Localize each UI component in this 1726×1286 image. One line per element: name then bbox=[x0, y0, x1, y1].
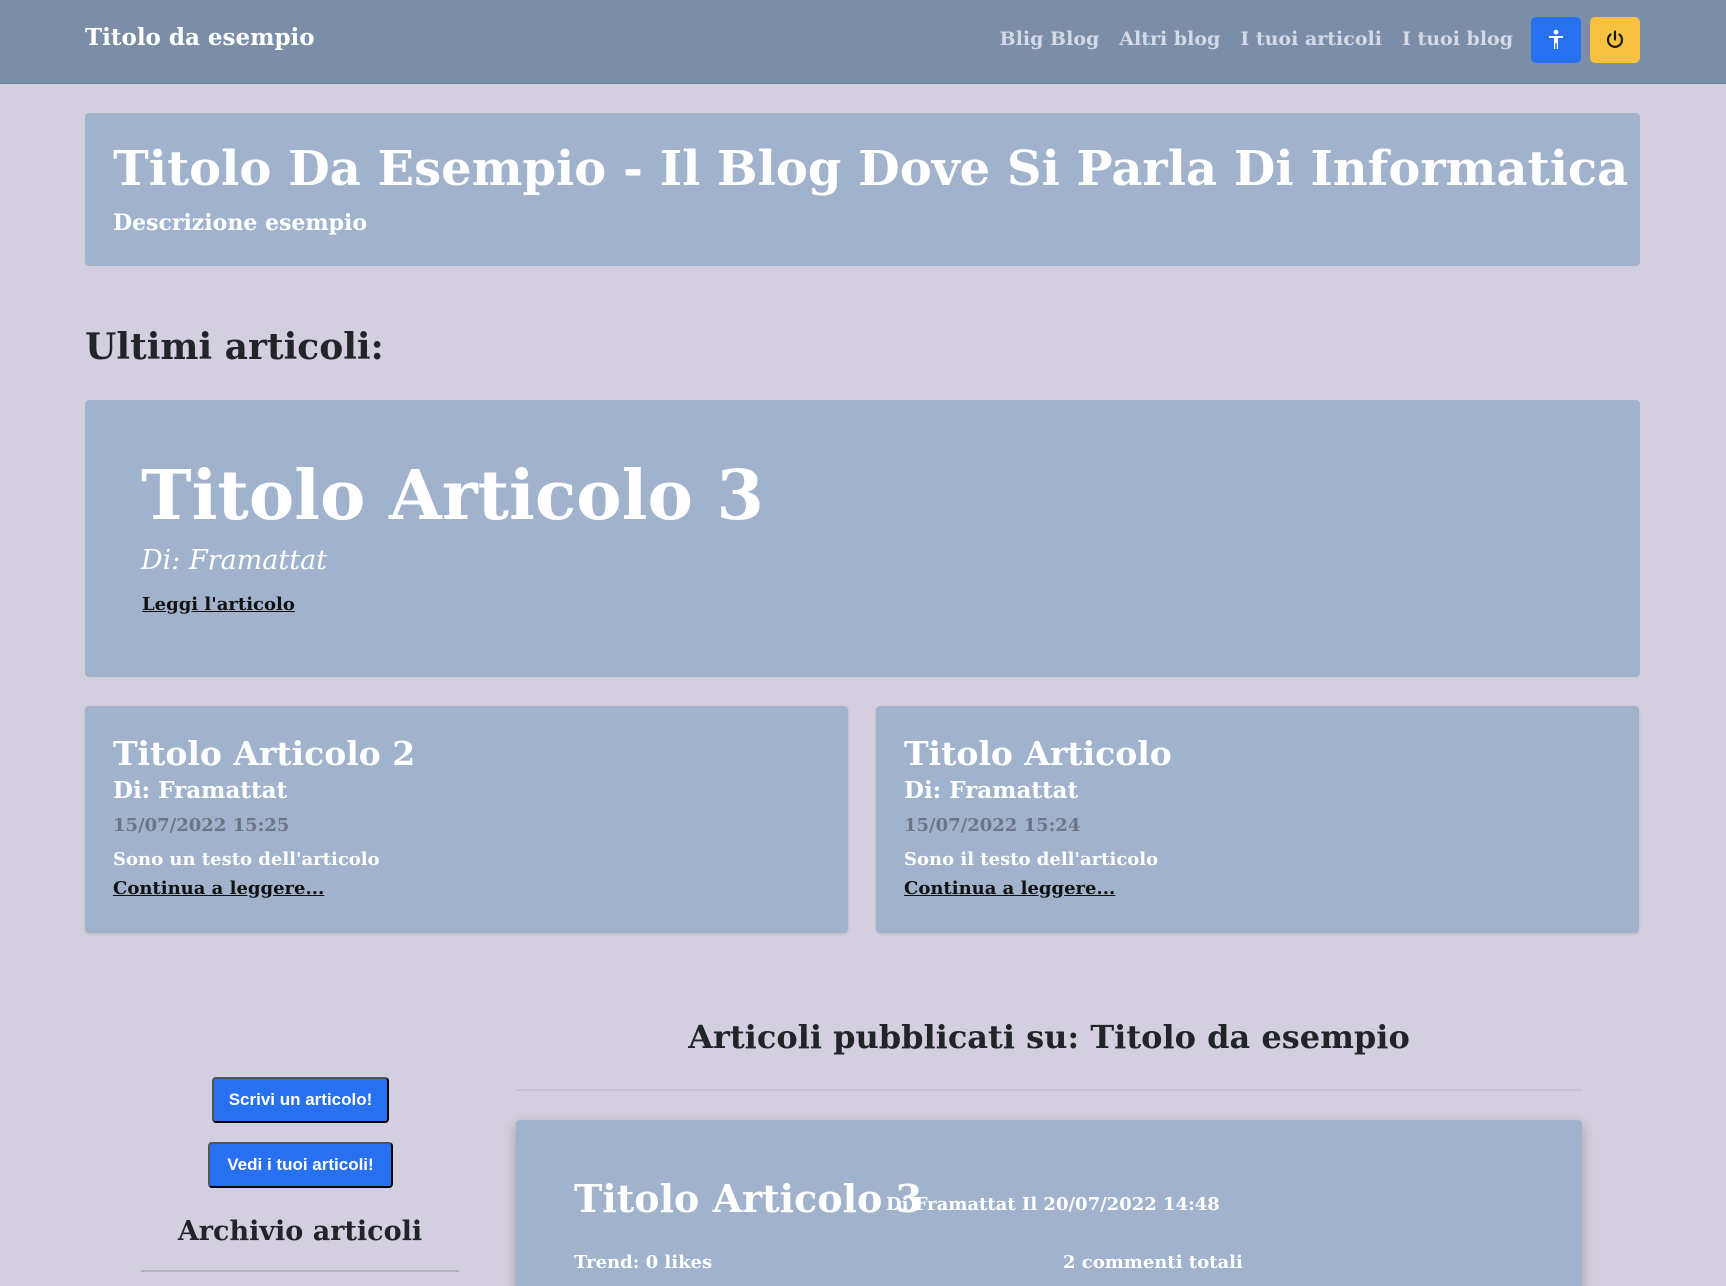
article-card-author: Di: Framattat bbox=[904, 777, 1079, 804]
article-card-date: 15/07/2022 15:24 bbox=[904, 815, 1081, 836]
archive-divider bbox=[141, 1270, 459, 1272]
article-card: Titolo Articolo 2 Di: Framattat 15/07/20… bbox=[85, 706, 848, 933]
navbar: Titolo da esempio Blig Blog Altri blog I… bbox=[0, 0, 1726, 84]
nav-link-altri-blog[interactable]: Altri blog bbox=[1119, 28, 1220, 50]
featured-article: Titolo Articolo 3 Di: Framattat Leggi l'… bbox=[85, 400, 1640, 677]
article-card: Titolo Articolo Di: Framattat 15/07/2022… bbox=[876, 706, 1639, 933]
blog-description: Descrizione esempio bbox=[113, 210, 368, 236]
nav-link-tuoi-articoli[interactable]: I tuoi articoli bbox=[1240, 28, 1382, 50]
featured-article-title: Titolo Articolo 3 bbox=[141, 456, 764, 536]
published-articles-heading: Articoli pubblicati su: Titolo da esempi… bbox=[688, 1018, 1410, 1056]
article-card-author: Di: Framattat bbox=[113, 777, 288, 804]
continue-reading-link[interactable]: Continua a leggere... bbox=[904, 878, 1115, 899]
article-card-title: Titolo Articolo bbox=[904, 734, 1172, 773]
post-title[interactable]: Titolo Articolo 3 bbox=[574, 1176, 922, 1221]
archive-heading: Archivio articoli bbox=[177, 1216, 423, 1247]
continue-reading-link[interactable]: Continua a leggere... bbox=[113, 878, 324, 899]
latest-articles-heading: Ultimi articoli: bbox=[85, 326, 384, 368]
article-card-title: Titolo Articolo 2 bbox=[113, 734, 416, 773]
accessibility-person-icon bbox=[1549, 29, 1563, 49]
logout-button[interactable] bbox=[1590, 17, 1640, 63]
write-article-button[interactable]: Scrivi un articolo! bbox=[212, 1077, 389, 1123]
post-card[interactable]: Titolo Articolo 3 Di Framattat Il 20/07/… bbox=[516, 1120, 1582, 1286]
nav-link-blig-blog[interactable]: Blig Blog bbox=[1000, 28, 1100, 50]
accessibility-button[interactable] bbox=[1531, 17, 1581, 63]
blog-header: Titolo Da Esempio - Il Blog Dove Si Parl… bbox=[85, 113, 1640, 266]
article-card-excerpt: Sono un testo dell'articolo bbox=[113, 849, 380, 870]
published-divider bbox=[516, 1089, 1582, 1091]
navbar-brand[interactable]: Titolo da esempio bbox=[85, 24, 315, 51]
blog-title: Titolo Da Esempio - Il Blog Dove Si Parl… bbox=[113, 141, 1629, 197]
post-meta: Di Framattat Il 20/07/2022 14:48 bbox=[886, 1194, 1220, 1215]
article-card-excerpt: Sono il testo dell'articolo bbox=[904, 849, 1159, 870]
nav-link-tuoi-blog[interactable]: I tuoi blog bbox=[1402, 28, 1513, 50]
article-card-date: 15/07/2022 15:25 bbox=[113, 815, 290, 836]
post-comments-count: 2 commenti totali bbox=[1063, 1252, 1243, 1273]
read-article-link[interactable]: Leggi l'articolo bbox=[142, 594, 295, 615]
nav-links: Blig Blog Altri blog I tuoi articoli I t… bbox=[1000, 28, 1513, 50]
featured-article-author: Di: Framattat bbox=[141, 545, 328, 576]
power-icon bbox=[1606, 30, 1624, 48]
view-articles-button[interactable]: Vedi i tuoi articoli! bbox=[208, 1142, 393, 1188]
post-likes: Trend: 0 likes bbox=[574, 1252, 713, 1273]
